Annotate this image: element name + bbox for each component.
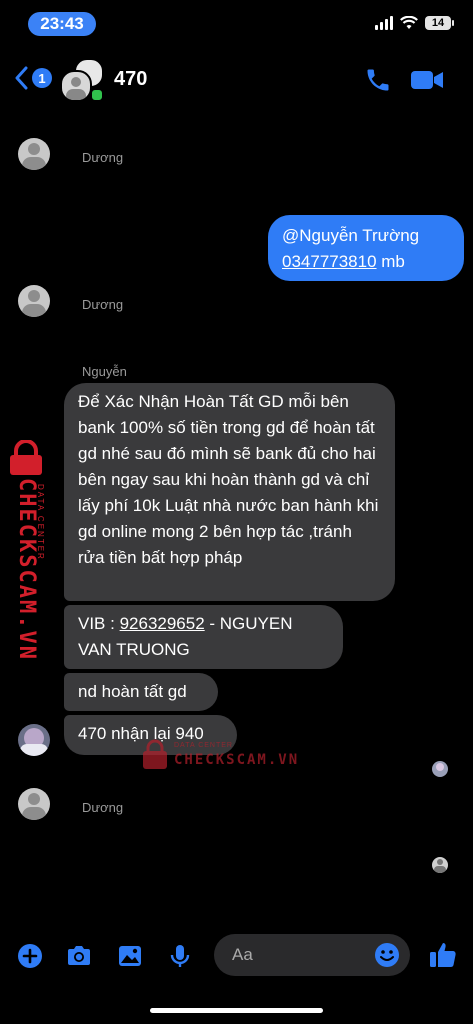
thumbs-up-icon[interactable]	[428, 940, 458, 970]
sender-name: Dương	[82, 297, 124, 312]
sender-name: Nguyễn	[82, 364, 127, 379]
message-bubble-incoming[interactable]: nd hoàn tất gd	[64, 673, 218, 711]
message-bubble-incoming[interactable]: VIB : 926329652 - NGUYEN VAN TRUONG	[64, 605, 343, 669]
back-button[interactable]: 1	[14, 66, 52, 90]
avatar[interactable]	[18, 138, 50, 170]
camera-icon[interactable]	[65, 942, 93, 970]
account-number-link[interactable]: 926329652	[120, 614, 205, 633]
wifi-icon	[400, 16, 418, 29]
phone-link[interactable]: 0347773810	[282, 252, 377, 271]
message-input[interactable]: Aa	[214, 934, 410, 976]
avatar[interactable]	[18, 285, 50, 317]
watermark-subtext: DATA CENTER	[36, 484, 45, 561]
message-bubble-outgoing[interactable]: @Nguyễn Trường 0347773810 mb	[268, 215, 464, 281]
message-text: VIB :	[78, 614, 120, 633]
read-receipt-avatar	[432, 761, 448, 777]
home-indicator[interactable]	[150, 1008, 323, 1013]
chevron-left-icon	[15, 66, 28, 90]
message-input-placeholder: Aa	[232, 945, 253, 964]
watermark-subtext: DATA CENTER	[174, 742, 233, 749]
gallery-icon[interactable]	[116, 942, 144, 970]
status-icons: 14	[375, 16, 454, 30]
video-call-icon[interactable]	[410, 68, 444, 92]
sender-name: Dương	[82, 800, 124, 815]
watermark-text: CHECKSCAM.VN	[174, 752, 300, 768]
signal-icon	[375, 16, 393, 30]
mention-text[interactable]: @Nguyễn Trường	[282, 223, 450, 249]
battery-icon: 14	[425, 16, 454, 30]
emoji-icon[interactable]	[374, 942, 400, 968]
lock-icon	[10, 440, 42, 475]
unread-badge: 1	[32, 68, 52, 88]
avatar[interactable]	[18, 724, 50, 756]
status-time: 23:43	[28, 12, 96, 36]
sender-name: Dương	[82, 150, 124, 165]
message-text: nd hoàn tất gd	[78, 682, 187, 701]
conversation-title[interactable]: 470	[114, 68, 147, 91]
plus-icon[interactable]	[16, 942, 44, 970]
message-text: Để Xác Nhận Hoàn Tất GD mỗi bên bank 100…	[78, 392, 379, 567]
message-text: mb	[376, 252, 405, 271]
message-bubble-incoming[interactable]: Để Xác Nhận Hoàn Tất GD mỗi bên bank 100…	[64, 383, 395, 601]
read-receipt-avatar	[432, 857, 448, 873]
microphone-icon[interactable]	[166, 942, 194, 970]
group-avatar[interactable]	[60, 58, 104, 102]
lock-icon	[143, 739, 167, 769]
avatar[interactable]	[18, 788, 50, 820]
watermark-logo: CHECKSCAM.VN DATA CENTER	[6, 440, 50, 661]
phone-icon[interactable]	[364, 66, 392, 94]
